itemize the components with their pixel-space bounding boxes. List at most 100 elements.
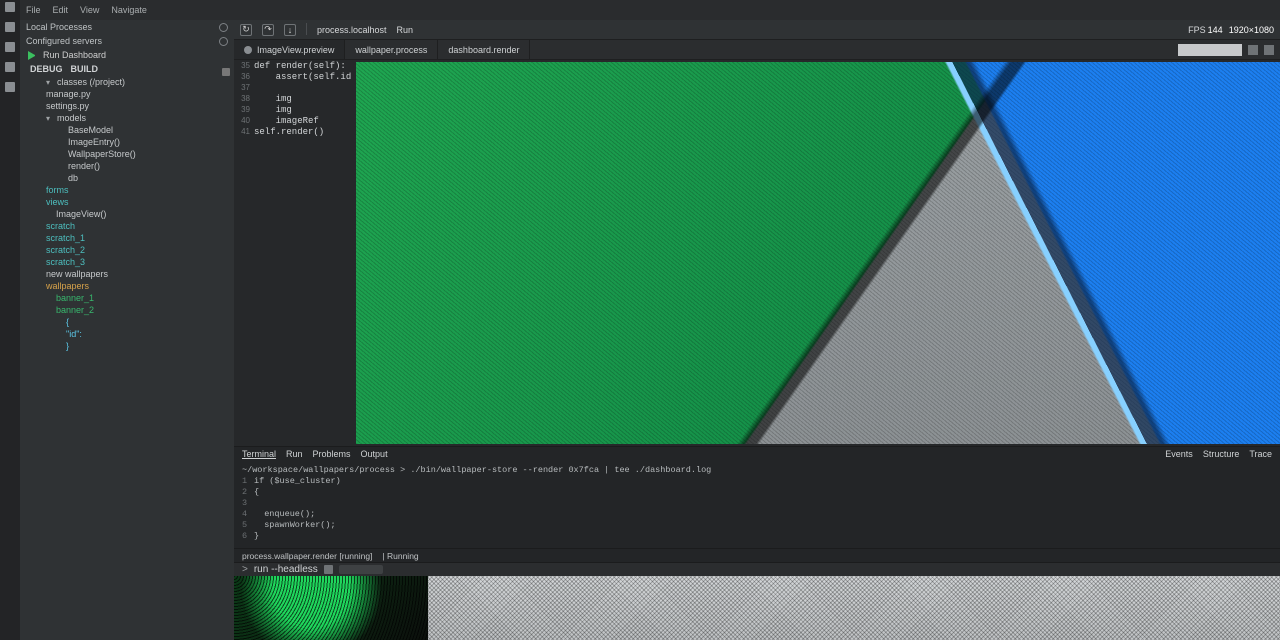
image-thumbnail-strip: [234, 576, 1280, 640]
tree-item-label: ImageView(): [56, 209, 106, 219]
tab-label: wallpaper.process: [355, 45, 427, 55]
tree-item-label: banner_1: [56, 293, 94, 303]
tree-item[interactable]: scratch_1: [20, 232, 234, 244]
tree-item-label: forms: [46, 185, 69, 195]
debug-icon[interactable]: [5, 62, 15, 72]
terminal-tab-problems[interactable]: Problems: [313, 449, 351, 459]
tree-item[interactable]: scratch: [20, 220, 234, 232]
tree-item[interactable]: ImageView(): [20, 208, 234, 220]
activity-bar: [0, 0, 20, 640]
menu-navigate[interactable]: Navigate: [111, 5, 147, 15]
json-preview: { "id": }: [20, 316, 234, 352]
tree-item-label: db: [68, 173, 78, 183]
tree-item[interactable]: new wallpapers: [20, 268, 234, 280]
prompt-icon: >: [242, 564, 248, 575]
chevron-down-icon[interactable]: [219, 37, 228, 46]
image-preview[interactable]: [356, 62, 1280, 444]
collapse-icon[interactable]: [222, 68, 230, 76]
editor-body: 35363738394041 def render(self): assert(…: [234, 60, 1280, 446]
terminal-tab-run[interactable]: Run: [286, 449, 303, 459]
menubar: File Edit View Navigate: [20, 0, 1280, 20]
search-icon[interactable]: [5, 22, 15, 32]
tree-item[interactable]: scratch_2: [20, 244, 234, 256]
reload-icon[interactable]: ↻: [240, 24, 252, 36]
tree-item[interactable]: wallpapers: [20, 280, 234, 292]
tab-dashboard-render[interactable]: dashboard.render: [438, 40, 530, 59]
terminal-statusbar: process.wallpaper.render [running] | Run…: [234, 548, 1280, 562]
tree-item[interactable]: WallpaperStore(): [20, 148, 234, 160]
tree-item[interactable]: manage.py: [20, 88, 234, 100]
section-debug[interactable]: DEBUG: [30, 64, 63, 74]
tab-wallpaper-process[interactable]: wallpaper.process: [345, 40, 438, 59]
play-icon[interactable]: [28, 51, 37, 60]
status-process: process.wallpaper.render [running]: [242, 551, 372, 561]
run-dashboard-row[interactable]: Run Dashboard: [20, 48, 234, 62]
tab-imageview[interactable]: ImageView.preview: [234, 40, 345, 59]
editor-tabstrip: ImageView.preview wallpaper.process dash…: [234, 40, 1280, 60]
step-over-icon[interactable]: ↷: [262, 24, 274, 36]
sidebar-scroll-icons: [222, 68, 230, 76]
tree-item[interactable]: scratch_3: [20, 256, 234, 268]
tree-item[interactable]: BaseModel: [20, 124, 234, 136]
tree-item[interactable]: render(): [20, 160, 234, 172]
more-icon[interactable]: [1264, 45, 1274, 55]
tree-item-label: scratch_3: [46, 257, 85, 267]
menu-file[interactable]: File: [26, 5, 41, 15]
files-icon[interactable]: [5, 2, 15, 12]
term-scope-dropdown[interactable]: [339, 565, 383, 574]
run-button[interactable]: Run: [397, 25, 414, 35]
tree-root[interactable]: classes (/project): [20, 76, 234, 88]
step-into-icon[interactable]: ↓: [284, 24, 296, 36]
tree-item-label: scratch_2: [46, 245, 85, 255]
tree-root-label: classes (/project): [57, 77, 125, 87]
tree-item-label: scratch_1: [46, 233, 85, 243]
tree-item[interactable]: models: [20, 112, 234, 124]
sidebar-section-title: DEBUG BUILD: [20, 62, 234, 76]
status-running: | Running: [382, 551, 418, 561]
tree-item-label: wallpapers: [46, 281, 89, 291]
thumbnail-1[interactable]: [234, 576, 428, 640]
tree-item-label: WallpaperStore(): [68, 149, 136, 159]
process-selector[interactable]: process.localhost: [317, 25, 387, 35]
sidebar-section-local-label: Local Processes: [26, 22, 92, 32]
run-toolbar-stats: FPS 144 1920×1080: [1188, 25, 1274, 35]
terminal-input-row: > run --headless: [234, 562, 1280, 576]
terminal-tab-events[interactable]: Events: [1165, 449, 1193, 459]
terminal-tab-terminal[interactable]: Terminal: [242, 449, 276, 459]
split-icon[interactable]: [1248, 45, 1258, 55]
line-gutter: 35363738394041: [234, 60, 254, 446]
tree-item[interactable]: settings.py: [20, 100, 234, 112]
tree-item-label: banner_2: [56, 305, 94, 315]
vcs-icon[interactable]: [5, 42, 15, 52]
terminal-body[interactable]: ~/workspace/wallpapers/process > ./bin/w…: [234, 461, 1280, 548]
tree-item-label: BaseModel: [68, 125, 113, 135]
terminal-panel: Terminal Run Problems Output Events Stru…: [234, 446, 1280, 576]
sidebar: Local Processes Configured servers Run D…: [20, 20, 234, 640]
sidebar-section-servers[interactable]: Configured servers: [20, 34, 234, 48]
terminal-tab-output[interactable]: Output: [361, 449, 388, 459]
tree-item-label: models: [57, 113, 86, 123]
file-icon: [244, 46, 252, 54]
terminal-tab-trace[interactable]: Trace: [1249, 449, 1272, 459]
sidebar-section-local[interactable]: Local Processes: [20, 20, 234, 34]
tree-item[interactable]: db: [20, 172, 234, 184]
terminal-tab-structure[interactable]: Structure: [1203, 449, 1240, 459]
tree-item[interactable]: forms: [20, 184, 234, 196]
tree-item-label: manage.py: [46, 89, 91, 99]
terminal-input[interactable]: run --headless: [254, 564, 318, 575]
tree-item[interactable]: ImageEntry(): [20, 136, 234, 148]
menu-view[interactable]: View: [80, 5, 99, 15]
tree-item[interactable]: banner_1: [20, 292, 234, 304]
tree-item-label: scratch: [46, 221, 75, 231]
history-icon[interactable]: [324, 565, 333, 574]
ext-icon[interactable]: [5, 82, 15, 92]
thumbnail-2[interactable]: [428, 576, 1280, 640]
menu-edit[interactable]: Edit: [53, 5, 69, 15]
chevron-down-icon[interactable]: [219, 23, 228, 32]
section-build[interactable]: BUILD: [71, 64, 99, 74]
run-dashboard-label: Run Dashboard: [43, 50, 106, 60]
tree-item[interactable]: banner_2: [20, 304, 234, 316]
tab-label: dashboard.render: [448, 45, 519, 55]
tree-item[interactable]: views: [20, 196, 234, 208]
zoom-dropdown[interactable]: [1178, 44, 1242, 56]
